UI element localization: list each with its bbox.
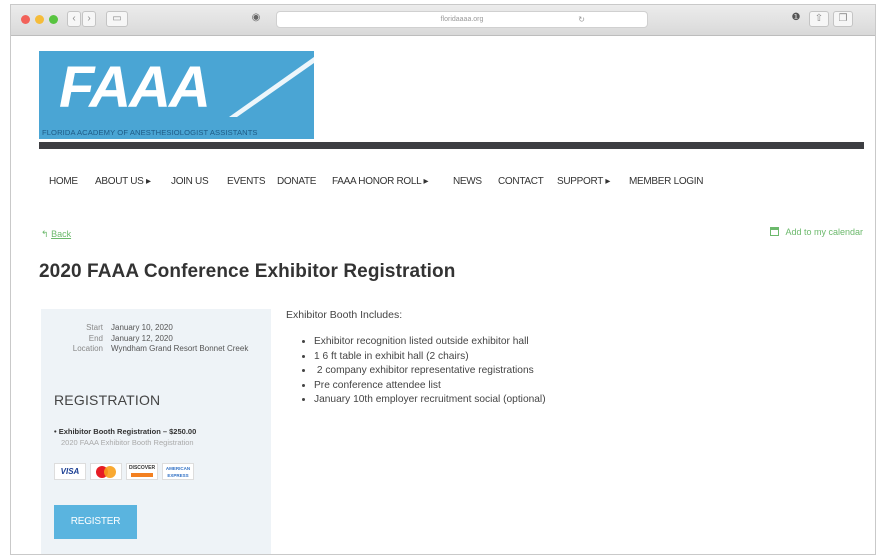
event-start-row: Start January 10, 2020 bbox=[51, 323, 261, 334]
list-item: January 10th employer recruitment social… bbox=[314, 393, 546, 408]
calendar-icon bbox=[770, 227, 780, 236]
payment-cards: VISA DISCOVER AMERICAN EXPRESS bbox=[54, 463, 194, 480]
reload-icon[interactable]: ↻ bbox=[578, 12, 585, 27]
description-intro: Exhibitor Booth Includes: bbox=[286, 309, 403, 321]
logo-text: FAAA bbox=[59, 55, 211, 120]
back-link[interactable]: ↰ Back bbox=[41, 229, 71, 240]
event-sidebar: Start January 10, 2020 End January 12, 2… bbox=[41, 309, 271, 554]
main-nav: HOME ABOUT US ▸ JOIN US EVENTS DONATE FA… bbox=[49, 176, 849, 192]
nav-item-home[interactable]: HOME bbox=[49, 176, 78, 187]
registration-ticket[interactable]: • Exhibitor Booth Registration – $250.00 bbox=[54, 427, 196, 436]
amex-icon: AMERICAN EXPRESS bbox=[162, 463, 194, 480]
header-divider bbox=[39, 142, 864, 149]
tabs-icon[interactable]: ❐ bbox=[833, 11, 853, 27]
browser-window: ‹ › ▭ ◉ floridaaaa.org ↻ ❶ ⇧ ❐ FAAA FLOR… bbox=[10, 4, 876, 555]
location-value[interactable]: Wyndham Grand Resort Bonnet Creek bbox=[111, 344, 251, 355]
privacy-icon[interactable]: ◉ bbox=[247, 11, 265, 27]
start-label: Start bbox=[86, 323, 103, 332]
event-meta: Start January 10, 2020 End January 12, 2… bbox=[51, 323, 261, 355]
page-title: 2020 FAAA Conference Exhibitor Registrat… bbox=[39, 261, 456, 282]
discover-icon: DISCOVER bbox=[126, 463, 158, 480]
sidebar-toggle-icon[interactable]: ▭ bbox=[106, 11, 128, 27]
logo-tagline: FLORIDA ACADEMY OF ANESTHESIOLOGIST ASSI… bbox=[42, 128, 258, 137]
registration-ticket-desc: 2020 FAAA Exhibitor Booth Registration bbox=[61, 438, 194, 447]
minimize-window-button[interactable] bbox=[35, 15, 44, 24]
nav-item-support[interactable]: SUPPORT ▸ bbox=[557, 176, 610, 187]
add-to-calendar-label: Add to my calendar bbox=[785, 227, 863, 237]
nav-item-events[interactable]: EVENTS bbox=[227, 176, 266, 187]
registration-heading: REGISTRATION bbox=[54, 392, 161, 408]
end-value: January 12, 2020 bbox=[111, 333, 173, 343]
event-location-row: Location Wyndham Grand Resort Bonnet Cre… bbox=[51, 344, 261, 355]
register-button[interactable]: REGISTER bbox=[54, 505, 137, 539]
list-item: Exhibitor recognition listed outside exh… bbox=[314, 335, 546, 350]
back-nav-button[interactable]: ‹ bbox=[67, 11, 81, 27]
visa-icon: VISA bbox=[54, 463, 86, 480]
back-link-label: Back bbox=[51, 229, 72, 239]
nav-item-honor-roll[interactable]: FAAA HONOR ROLL ▸ bbox=[332, 176, 429, 187]
add-to-calendar-link[interactable]: Add to my calendar bbox=[770, 227, 863, 237]
info-icon[interactable]: ❶ bbox=[787, 11, 805, 27]
event-end-row: End January 12, 2020 bbox=[51, 334, 261, 345]
nav-item-join-us[interactable]: JOIN US bbox=[171, 176, 209, 187]
share-icon[interactable]: ⇧ bbox=[809, 11, 829, 27]
close-window-button[interactable] bbox=[21, 15, 30, 24]
address-bar-url: floridaaaa.org bbox=[440, 16, 484, 23]
list-item: 2 company exhibitor representative regis… bbox=[314, 364, 546, 379]
address-bar[interactable]: floridaaaa.org ↻ bbox=[276, 11, 648, 28]
site-logo[interactable]: FAAA FLORIDA ACADEMY OF ANESTHESIOLOGIST… bbox=[39, 51, 314, 139]
browser-toolbar: ‹ › ▭ ◉ floridaaaa.org ↻ ❶ ⇧ ❐ bbox=[11, 5, 875, 36]
end-label: End bbox=[88, 333, 103, 343]
page-content: FAAA FLORIDA ACADEMY OF ANESTHESIOLOGIST… bbox=[11, 36, 875, 554]
booth-includes-list: Exhibitor recognition listed outside exh… bbox=[286, 335, 546, 408]
list-item: Pre conference attendee list bbox=[314, 379, 546, 394]
list-item: 1 6 ft table in exhibit hall (2 chairs) bbox=[314, 350, 546, 365]
start-value: January 10, 2020 bbox=[111, 323, 173, 332]
mastercard-icon bbox=[90, 463, 122, 480]
nav-item-donate[interactable]: DONATE bbox=[277, 176, 316, 187]
zoom-window-button[interactable] bbox=[49, 15, 58, 24]
location-label: Location bbox=[72, 344, 103, 353]
nav-item-news[interactable]: NEWS bbox=[453, 176, 482, 187]
forward-nav-button[interactable]: › bbox=[82, 11, 96, 27]
nav-item-contact[interactable]: CONTACT bbox=[498, 176, 544, 187]
nav-item-about-us[interactable]: ABOUT US ▸ bbox=[95, 176, 151, 187]
nav-item-member-login[interactable]: MEMBER LOGIN bbox=[629, 176, 704, 187]
back-arrow-icon: ↰ bbox=[41, 229, 49, 239]
event-description: Exhibitor Booth Includes: Exhibitor reco… bbox=[286, 309, 546, 408]
